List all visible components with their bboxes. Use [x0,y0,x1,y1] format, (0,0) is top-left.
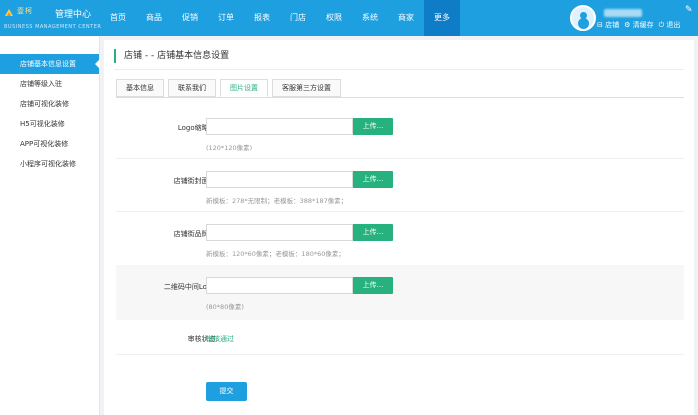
clear-cache-link[interactable]: ⚙ 清缓存 [624,20,654,30]
user-name-redacted [604,9,642,17]
review-status-value: 审核通过 [206,335,234,343]
qr-logo-upload-button[interactable]: 上传... [353,277,393,294]
tab-basic-info[interactable]: 基本信息 [116,79,164,97]
gear-icon: ⚙ [624,21,631,29]
logo-mark-icon [5,9,13,16]
form-row-store-brand: 店铺街品牌图: 上传... 新模板：120*60像素；老模板：180*60像素； [116,212,684,264]
nav-system[interactable]: 系统 [352,0,388,36]
sidebar-item-h5-decoration[interactable]: H5可视化装修 [0,114,99,134]
logo-thumbnail-upload-button[interactable]: 上传... [353,118,393,135]
title-divider [114,69,684,70]
app-title: 管理中心 [55,10,92,20]
user-avatar[interactable] [570,5,596,31]
sidebar-item-store-basic-info[interactable]: 店铺基本信息设置 [0,54,100,74]
qr-logo-input[interactable] [206,277,353,294]
sidebar: 店铺基本信息设置 店铺等级入驻 店铺可视化装修 H5可视化装修 APP可视化装修… [0,36,100,415]
main-panel: 店铺 - - 店铺基本信息设置 基本信息 联系我们 图片设置 客服第三方设置 L… [104,40,694,415]
app-subtitle: BUSINESS MANAGEMENT CENTER [4,24,102,30]
store-brand-upload-button[interactable]: 上传... [353,224,393,241]
form-row-logo-thumbnail: Logo缩略图: 上传... (120*120像素) [116,106,684,158]
store-cover-input[interactable] [206,171,353,188]
qr-logo-hint: (80*80像素) [206,303,244,311]
power-icon: ⏻ [658,21,665,29]
tabs-divider [116,97,684,98]
row-divider [116,354,684,355]
user-actions: ⊟ 店铺 ⚙ 清缓存 ⏻ 退出 [597,20,680,30]
logo[interactable]: 壹柯 管理中心 BUSINESS MANAGEMENT CENTER [0,0,102,36]
logo-brand: 壹柯 [17,7,33,15]
store-icon: ⊟ [597,21,603,29]
page-title: 店铺 - - 店铺基本信息设置 [114,49,229,63]
nav-orders[interactable]: 订单 [208,0,244,36]
sidebar-item-store-decoration[interactable]: 店铺可视化装修 [0,94,99,114]
nav-goods[interactable]: 商品 [136,0,172,36]
form-row-store-cover: 店铺街封面图: 上传... 新模板：278*无限制；老模板：388*187像素； [116,159,684,211]
nav-promotion[interactable]: 促销 [172,0,208,36]
store-cover-upload-button[interactable]: 上传... [353,171,393,188]
sidebar-item-miniprogram-decoration[interactable]: 小程序可视化装修 [0,154,99,174]
nav-home[interactable]: 首页 [100,0,136,36]
store-cover-hint: 新模板：278*无限制；老模板：388*187像素； [206,197,348,205]
sidebar-item-store-level[interactable]: 店铺等级入驻 [0,74,99,94]
submit-button[interactable]: 提交 [206,382,247,401]
edit-icon[interactable]: ✎ [685,6,694,15]
logo-thumbnail-hint: (120*120像素) [206,144,253,152]
tab-bar: 基本信息 联系我们 图片设置 客服第三方设置 [116,79,345,97]
logo-thumbnail-input[interactable] [206,118,353,135]
store-link[interactable]: ⊟ 店铺 [597,20,619,30]
logout-link[interactable]: ⏻ 退出 [659,20,681,30]
nav-reports[interactable]: 报表 [244,0,280,36]
top-bar: 壹柯 管理中心 BUSINESS MANAGEMENT CENTER 首页 商品… [0,0,698,36]
form-row-review-status: 审核状态: 审核通过 [116,322,684,354]
nav-merchants[interactable]: 商家 [388,0,424,36]
nav-permissions[interactable]: 权限 [316,0,352,36]
main-nav: 首页 商品 促销 订单 报表 门店 权限 系统 商家 更多 [100,0,460,36]
nav-stores[interactable]: 门店 [280,0,316,36]
tab-contact-us[interactable]: 联系我们 [168,79,216,97]
form-row-qr-logo: 二维码中间Logo: 上传... (80*80像素) [116,265,684,320]
tab-image-settings[interactable]: 图片设置 [220,79,268,97]
nav-more[interactable]: 更多 [424,0,460,36]
store-brand-input[interactable] [206,224,353,241]
sidebar-item-app-decoration[interactable]: APP可视化装修 [0,134,99,154]
tab-customer-service[interactable]: 客服第三方设置 [272,79,341,97]
store-brand-hint: 新模板：120*60像素；老模板：180*60像素； [206,250,345,258]
